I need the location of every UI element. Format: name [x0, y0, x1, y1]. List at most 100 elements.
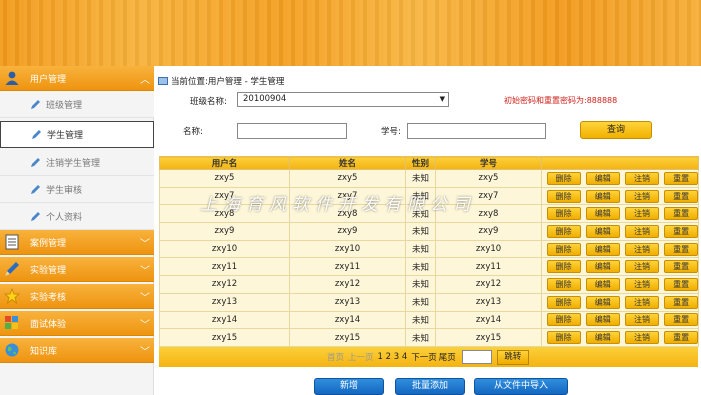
reset-button[interactable]: 重置: [664, 171, 699, 185]
cell-student-no: zxy10: [435, 239, 542, 259]
reset-button[interactable]: 重置: [664, 242, 699, 256]
student-table: 用户名 姓名 性别 学号 zxy5 zxy5 未知 zxy5 删除 编辑 注销 重置 zxy7 z…: [159, 156, 699, 347]
sidebar-group-user-management[interactable]: 用户管理 ︿: [0, 66, 154, 91]
pager: 首页 上一页 1 2 3 4 下一页 尾页 跳转: [159, 347, 698, 367]
edit-button[interactable]: 编辑: [585, 295, 620, 309]
edit-button[interactable]: 编辑: [585, 224, 620, 238]
sidebar-item-student-management[interactable]: 学生管理: [0, 121, 154, 148]
deregister-button[interactable]: 注销: [624, 242, 659, 256]
table-row: zxy13 zxy13 未知 zxy13 删除 编辑 注销 重置: [159, 292, 699, 312]
cell-gender: 未知: [405, 310, 436, 330]
cell-gender: 未知: [405, 222, 436, 241]
sidebar-group-experiment-assessment[interactable]: 实验考核 ﹀: [0, 284, 154, 309]
edit-button[interactable]: 编辑: [585, 171, 620, 185]
delete-button[interactable]: 删除: [546, 171, 581, 185]
user-icon: [4, 70, 20, 86]
cell-name: zxy13: [289, 292, 406, 312]
cell-actions: 删除 编辑 注销 重置: [541, 328, 699, 347]
delete-button[interactable]: 删除: [546, 331, 581, 345]
edit-button[interactable]: 编辑: [585, 189, 620, 203]
import-from-file-button[interactable]: 从文件中导入: [474, 378, 568, 395]
pager-next[interactable]: 下一页: [411, 351, 437, 363]
cell-actions: 删除 编辑 注销 重置: [541, 310, 699, 330]
student-no-input[interactable]: [407, 123, 546, 139]
delete-button[interactable]: 删除: [546, 207, 581, 221]
batch-add-button[interactable]: 批量添加: [395, 378, 465, 395]
reset-button[interactable]: 重置: [664, 277, 699, 291]
chevron-down-icon: ﹀: [140, 292, 150, 304]
pager-pages[interactable]: 1 2 3 4: [378, 352, 408, 362]
cell-username: zxy10: [159, 239, 290, 259]
sidebar-item-class-management[interactable]: 班级管理: [0, 91, 154, 118]
delete-button[interactable]: 删除: [546, 260, 581, 274]
name-input[interactable]: [237, 123, 347, 139]
pager-first[interactable]: 首页: [327, 351, 344, 363]
reset-button[interactable]: 重置: [664, 260, 699, 274]
edit-button[interactable]: 编辑: [585, 242, 620, 256]
sidebar-group-case-management[interactable]: 案例管理 ﹀: [0, 230, 154, 255]
edit-button[interactable]: 编辑: [585, 313, 620, 327]
edit-button[interactable]: 编辑: [585, 260, 620, 274]
deregister-button[interactable]: 注销: [624, 313, 659, 327]
reset-button[interactable]: 重置: [664, 313, 699, 327]
delete-button[interactable]: 删除: [546, 189, 581, 203]
column-header-student-no: 学号: [435, 156, 542, 170]
deregister-button[interactable]: 注销: [624, 189, 659, 203]
sidebar-group-label: 实验管理: [30, 265, 67, 276]
deregister-button[interactable]: 注销: [624, 260, 659, 274]
chevron-down-icon: ﹀: [140, 319, 150, 331]
cell-gender: 未知: [405, 169, 436, 188]
edit-button[interactable]: 编辑: [585, 277, 620, 291]
reset-button[interactable]: 重置: [664, 189, 699, 203]
delete-button[interactable]: 删除: [546, 224, 581, 238]
sidebar-item-student-review[interactable]: 学生审核: [0, 176, 154, 203]
cell-student-no: zxy5: [435, 169, 542, 188]
reset-button[interactable]: 重置: [664, 331, 699, 345]
star-icon: [3, 287, 21, 305]
sidebar-group-experiment-management[interactable]: 实验管理 ﹀: [0, 257, 154, 282]
cell-name: zxy9: [289, 222, 406, 241]
page-number-input[interactable]: [461, 350, 492, 364]
sidebar-item-profile[interactable]: 个人资料: [0, 203, 154, 230]
cell-name: zxy11: [289, 257, 406, 277]
cell-name: zxy15: [289, 328, 406, 347]
delete-button[interactable]: 删除: [546, 313, 581, 327]
edit-button[interactable]: 编辑: [585, 331, 620, 345]
delete-button[interactable]: 删除: [546, 277, 581, 291]
cell-gender: 未知: [405, 292, 436, 312]
deregister-button[interactable]: 注销: [624, 224, 659, 238]
delete-button[interactable]: 删除: [546, 242, 581, 256]
deregister-button[interactable]: 注销: [624, 207, 659, 221]
deregister-button[interactable]: 注销: [624, 171, 659, 185]
add-button[interactable]: 新增: [314, 378, 384, 395]
reset-button[interactable]: 重置: [664, 207, 699, 221]
chevron-down-icon: ﹀: [140, 346, 150, 358]
sidebar-group-label: 案例管理: [30, 238, 67, 249]
sidebar-group-knowledge-base[interactable]: 知识库 ﹀: [0, 338, 154, 363]
class-select[interactable]: 20100904 ▼: [237, 92, 449, 107]
deregister-button[interactable]: 注销: [624, 277, 659, 291]
cell-username: zxy15: [159, 328, 290, 347]
sidebar-group-label: 用户管理: [30, 74, 67, 85]
deregister-button[interactable]: 注销: [624, 295, 659, 309]
sidebar-item-label: 班级管理: [46, 100, 83, 111]
delete-button[interactable]: 删除: [546, 295, 581, 309]
edit-button[interactable]: 编辑: [585, 207, 620, 221]
table-row: zxy12 zxy12 未知 zxy12 删除 编辑 注销 重置: [159, 275, 699, 294]
cell-actions: 删除 编辑 注销 重置: [541, 204, 699, 224]
cell-actions: 删除 编辑 注销 重置: [541, 275, 699, 294]
pager-last[interactable]: 尾页: [439, 351, 456, 363]
reset-button[interactable]: 重置: [664, 295, 699, 309]
query-button[interactable]: 查询: [580, 121, 652, 139]
cell-student-no: zxy15: [435, 328, 542, 347]
sidebar-item-deregistered-students[interactable]: 注销学生管理: [0, 149, 154, 176]
sidebar-group-interview-experience[interactable]: 面试体验 ﹀: [0, 311, 154, 336]
pencil-icon: [30, 211, 41, 222]
password-hint: 初始密码和重置密码为:888888: [504, 96, 618, 105]
pager-prev[interactable]: 上一页: [348, 351, 374, 363]
deregister-button[interactable]: 注销: [624, 331, 659, 345]
column-header-actions: [541, 156, 699, 170]
reset-button[interactable]: 重置: [664, 224, 699, 238]
column-header-name: 姓名: [289, 156, 406, 170]
pager-go-button[interactable]: 跳转: [496, 349, 529, 365]
